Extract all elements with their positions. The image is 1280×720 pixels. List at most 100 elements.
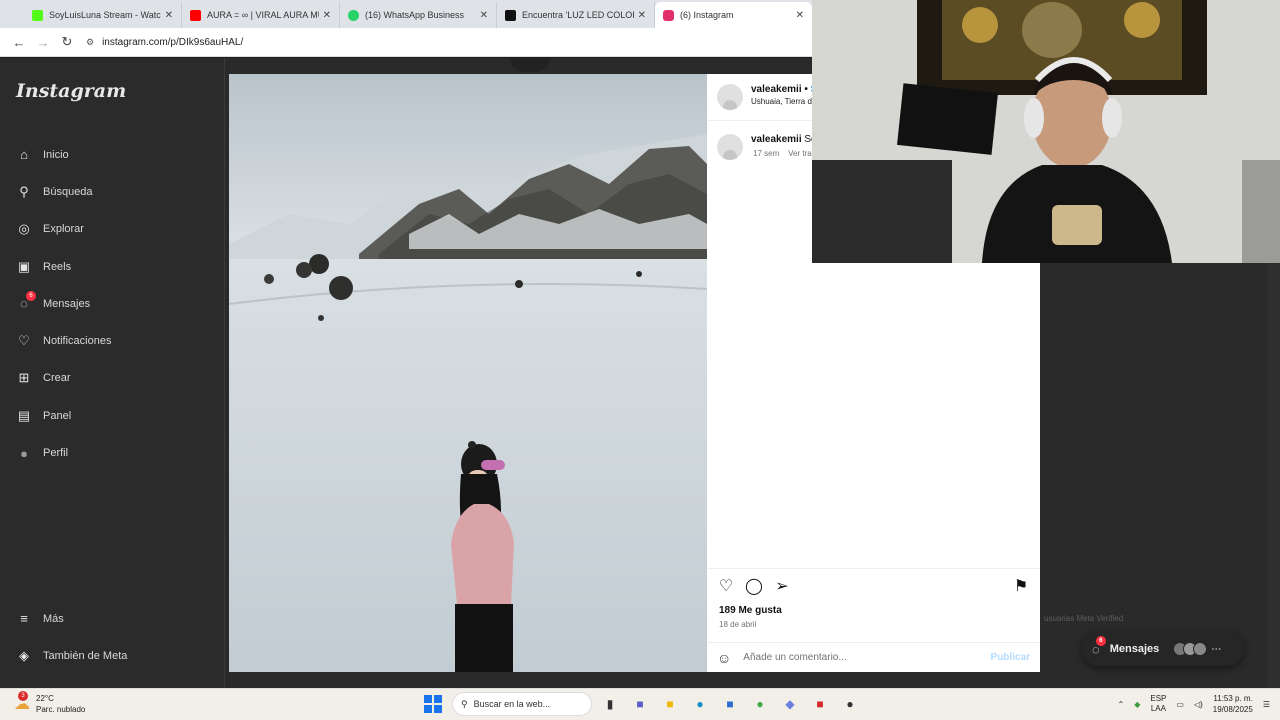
avatar [1193,642,1208,656]
chrome-icon[interactable]: ● [748,692,772,716]
reload-icon[interactable]: ↻ [56,34,78,50]
url-text: instagram.com/p/DIk9s6auHAL/ [102,36,244,48]
notification-icon[interactable]: ☰ [1263,700,1270,709]
snowy-mountain-photo [229,74,707,672]
task-view-icon[interactable]: ▮ [598,692,622,716]
close-icon[interactable]: ✕ [165,10,173,21]
caption-username[interactable]: valeakemii [751,134,802,145]
notification-badge: 6 [26,290,36,301]
instagram-logo[interactable]: Instagram [16,80,126,102]
heart-icon: ♡ [18,333,30,349]
tab-whatsapp[interactable]: (16) WhatsApp Business ✕ [340,2,497,28]
network-icon[interactable]: ▭ [1176,700,1184,709]
app-icon[interactable]: ◆ [778,692,802,716]
webcam-overlay [812,0,1280,263]
messages-label: Mensajes [1109,643,1160,655]
search-icon: ⚲ [19,183,29,199]
language-indicator[interactable]: ESP LAA [1150,694,1166,714]
close-icon[interactable]: ✕ [323,10,331,21]
sidebar: Instagram ⌂ Inicio ⚲ Búsqueda ◎ Explorar… [0,58,225,688]
weather-text: 22°C Parc. nublado [36,693,85,715]
store-icon[interactable]: ■ [718,692,742,716]
messages-button[interactable]: ◌ 6 Mensajes ⋯ [1082,632,1244,666]
post-username[interactable]: valeakemii • S [751,84,817,95]
tab-instagram[interactable]: (6) Instagram ✕ [655,2,812,28]
search-placeholder: Buscar en la web... [473,699,551,709]
close-icon[interactable]: ✕ [638,10,646,21]
system-tray: ⌃ ◆ ESP LAA ▭ ◁) 11:53 p. m. 19/08/2025 … [1118,693,1270,715]
compass-icon: ◎ [18,221,30,237]
taskbar: ☁ 3 22°C Parc. nublado ⚲ Buscar en la web… [0,688,1280,720]
close-icon[interactable]: ✕ [480,10,488,21]
sidebar-item-mensajes[interactable]: ◌ 6 Mensajes [16,285,111,322]
wps-icon[interactable]: ■ [808,692,832,716]
taskbar-search[interactable]: ⚲ Buscar en la web... [452,692,592,716]
instagram-icon [663,9,674,21]
clock-date: 19/08/2025 [1212,705,1253,714]
recording-app-icon[interactable]: ● [838,692,862,716]
chart-icon: ▤ [17,407,31,423]
app-tray-icon[interactable]: ◆ [1134,700,1140,709]
comment-bar: ☺ Añade un comentario... Publicar [707,642,1040,672]
sidebar-item-explorar[interactable]: ◎ Explorar [16,211,111,248]
share-icon[interactable]: ➢ [773,577,791,595]
weather-widget[interactable]: ☁ 3 22°C Parc. nublado [14,691,85,715]
sidebar-bottom: ≡ Más ◈ También de Meta [16,600,127,675]
emoji-icon[interactable]: ☺ [717,650,731,666]
plus-icon: ⊞ [18,370,30,386]
post-location[interactable]: Ushuaia, Tierra de [751,97,817,106]
comment-input[interactable]: Añade un comentario... [743,652,990,663]
url-field[interactable]: ⚙ instagram.com/p/DIk9s6auHAL/ [86,37,243,48]
sidebar-item-crear[interactable]: ⊞ Crear [16,360,111,397]
site-info-icon[interactable]: ⚙ [86,37,94,48]
tab-kick[interactable]: SoyLuisLuna Stream - Watch Li ✕ [24,2,182,28]
avatar[interactable] [717,134,743,160]
windows-start-icon[interactable] [424,695,442,713]
close-icon[interactable]: ✕ [796,10,804,21]
notification-badge: 3 [18,691,28,701]
comment-icon[interactable]: ◯ [745,577,763,595]
browser-tabbar: SoyLuisLuna Stream - Watch Li ✕ AURA = ∞… [0,0,812,28]
weather-icon: ☁ 3 [14,691,30,713]
tab-tiktok[interactable]: Encuentra 'LUZ LED COLOR AZ ✕ [497,2,655,28]
edge-icon[interactable]: ● [688,692,712,716]
sidebar-item-perfil[interactable]: ● Perfil [16,434,111,471]
meta-icon: ◈ [19,647,29,663]
sidebar-item-label: Notificaciones [43,335,112,348]
messenger-icon: ◌ 6 [16,290,36,312]
footer-links[interactable]: usuarias Meta Verified [1044,614,1123,623]
file-explorer-icon[interactable]: ■ [658,692,682,716]
sidebar-item-notificaciones[interactable]: ♡ Notificaciones [16,322,111,359]
sidebar-item-busqueda[interactable]: ⚲ Búsqueda [16,173,111,210]
publish-button[interactable]: Publicar [991,652,1030,663]
youtube-icon [190,9,201,21]
menu-icon: ≡ [20,611,28,627]
sidebar-item-label: Reels [43,260,72,273]
teams-icon[interactable]: ■ [628,692,652,716]
sidebar-item-panel[interactable]: ▤ Panel [16,397,111,434]
tab-title: Encuentra 'LUZ LED COLOR AZ [522,10,634,20]
bookmark-icon[interactable]: ⚑ [1012,577,1030,595]
sidebar-item-meta[interactable]: ◈ También de Meta [16,637,127,674]
post-photo[interactable] [229,74,707,672]
tiktok-icon [505,9,516,21]
post-header: valeakemii • S Ushuaia, Tierra de [717,84,817,110]
divider [707,568,1040,569]
forward-icon[interactable]: → [32,35,54,50]
tab-youtube[interactable]: AURA = ∞ | VIRAL AURA MUS ✕ [182,2,340,28]
caption-line: valeakemii Sor [751,134,820,145]
volume-icon[interactable]: ◁) [1194,700,1203,709]
sidebar-item-mas[interactable]: ≡ Más [16,600,127,637]
more-options-button[interactable] [510,58,550,72]
tab-title: (16) WhatsApp Business [365,10,465,20]
sidebar-item-reels[interactable]: ▣ Reels [16,248,111,285]
sidebar-item-inicio[interactable]: ⌂ Inicio [16,136,111,173]
like-icon[interactable]: ♡ [717,577,735,595]
chevron-up-icon[interactable]: ⌃ [1118,700,1125,709]
back-icon[interactable]: ← [8,35,30,50]
like-count[interactable]: 189 Me gusta [719,605,782,616]
post-caption: valeakemii Sor 17 sem Ver trad [717,134,820,160]
clock[interactable]: 11:53 p. m. 19/08/2025 [1213,693,1253,715]
avatar[interactable] [717,84,743,110]
sidebar-item-label: También de Meta [43,649,128,662]
